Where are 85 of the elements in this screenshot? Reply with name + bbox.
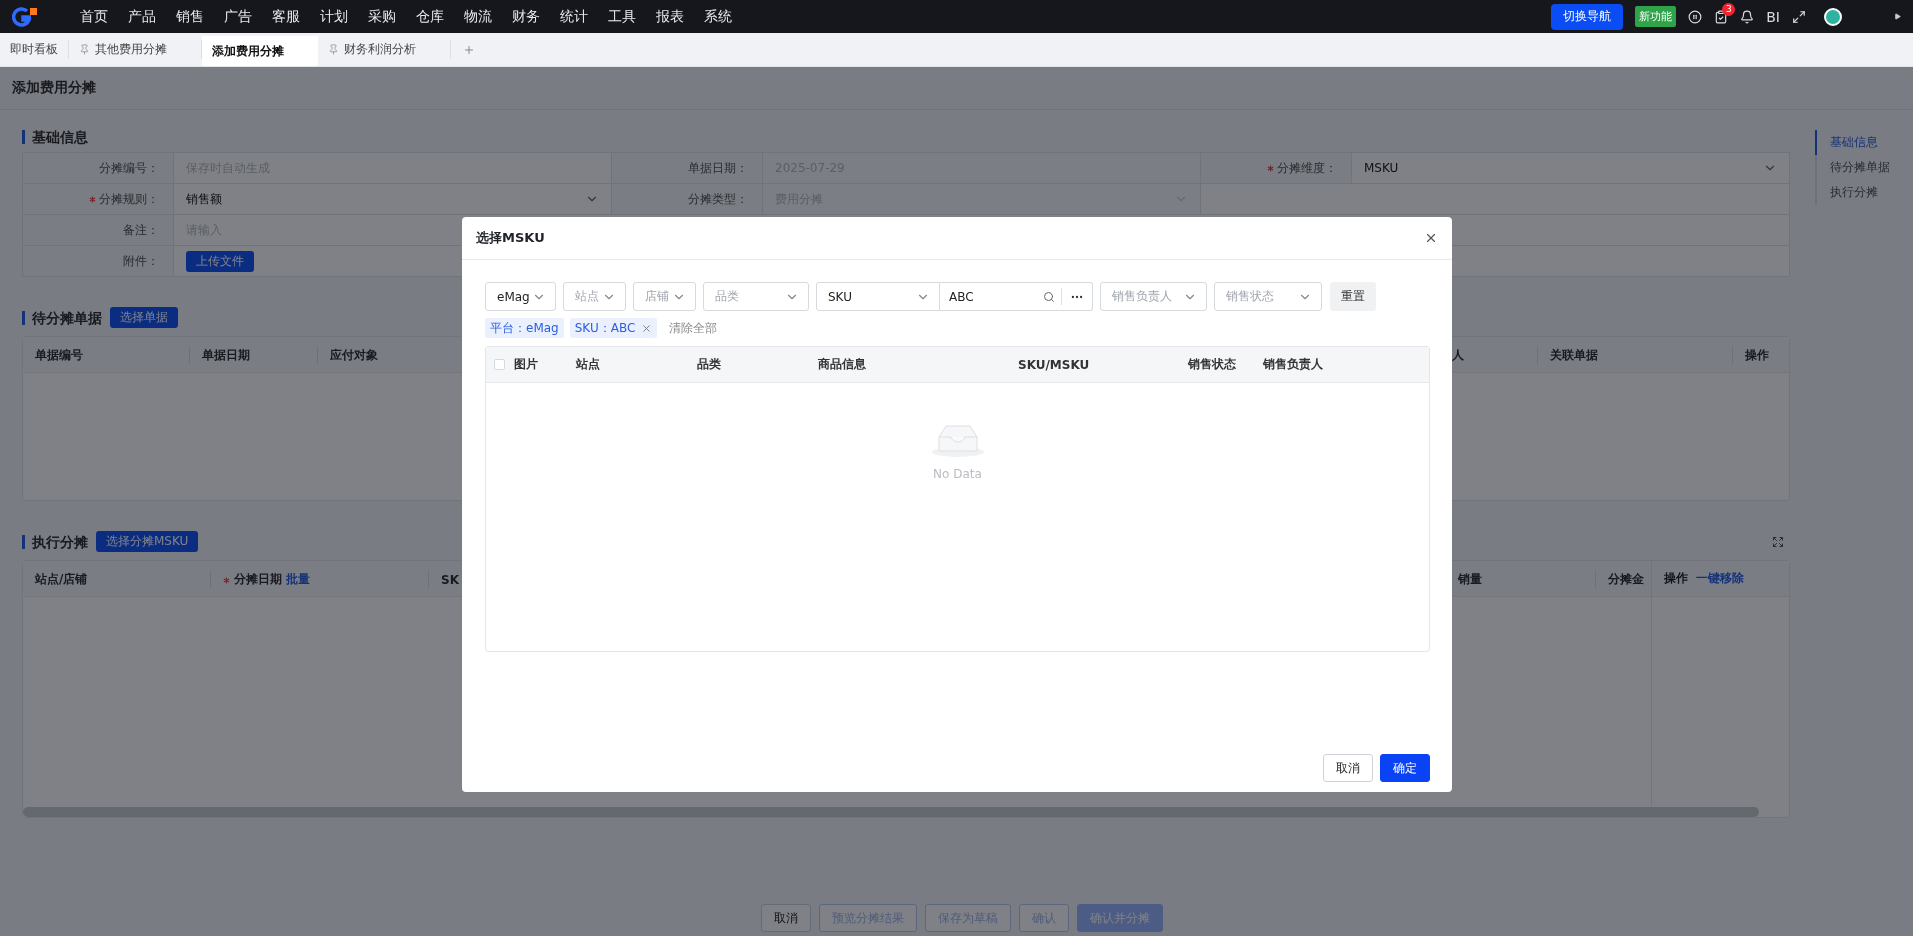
nav-item[interactable]: 产品 xyxy=(128,7,176,26)
bi-link[interactable]: BI xyxy=(1766,8,1780,25)
column-header: 单据日期 xyxy=(202,347,250,364)
column-header: 操作 xyxy=(1664,570,1688,587)
switch-nav-button[interactable]: 切换导航 xyxy=(1551,3,1624,30)
required-icon xyxy=(223,576,230,584)
dialog-title: 选择MSKU xyxy=(476,229,545,247)
select-docs-button[interactable]: 选择单据 xyxy=(110,307,178,328)
bell-icon[interactable] xyxy=(1740,9,1755,24)
select-field[interactable]: SKU xyxy=(816,282,940,311)
section-title: 基础信息 xyxy=(22,130,88,144)
field-label: 分摊编号： xyxy=(99,159,159,177)
pause-circle-icon[interactable] xyxy=(1688,9,1703,24)
cancel-button[interactable]: 取消 xyxy=(1323,754,1373,782)
column-header: SKU/MSKU xyxy=(1018,357,1090,372)
remove-icon[interactable] xyxy=(641,322,653,334)
column-header: 应付对象 xyxy=(330,347,378,364)
empty-text: No Data xyxy=(933,467,982,481)
confirm-button[interactable]: 确定 xyxy=(1380,754,1430,782)
column-header: 单据编号 xyxy=(35,347,83,364)
column-header: 站点 xyxy=(576,356,600,373)
column-header: 分摊金 xyxy=(1608,571,1644,588)
field-label: 备注： xyxy=(123,221,159,239)
page-tab[interactable]: 即时看板 xyxy=(0,40,69,59)
empty-box-icon xyxy=(930,423,985,457)
nav-item[interactable]: 销售 xyxy=(176,7,224,26)
page-tab[interactable]: 财务利润分析 xyxy=(318,40,451,59)
column-header: 关联单据 xyxy=(1550,347,1598,364)
nav-item[interactable]: 系统 xyxy=(704,7,752,26)
section-title: 执行分摊 xyxy=(22,534,88,549)
close-icon[interactable] xyxy=(1424,231,1438,245)
nav-item[interactable]: 广告 xyxy=(224,7,272,26)
nav-item[interactable]: 报表 xyxy=(656,7,704,26)
column-header: 分摊日期 xyxy=(234,571,282,588)
column-header: 销量 xyxy=(1458,571,1482,588)
logo-icon xyxy=(12,6,38,27)
avatar[interactable] xyxy=(1824,7,1842,26)
footer-button[interactable]: 取消 xyxy=(760,904,811,932)
column-header: 操作 xyxy=(1745,347,1769,364)
field-label: 分摊规则： xyxy=(99,190,159,208)
scrollbar[interactable] xyxy=(23,807,1759,817)
reset-button[interactable]: 重置 xyxy=(1330,282,1376,311)
nav-item[interactable]: 客服 xyxy=(272,7,320,26)
caret-icon[interactable] xyxy=(1894,13,1901,20)
section-title: 待分摊单据 xyxy=(22,310,102,325)
nav-item[interactable]: 工具 xyxy=(608,7,656,26)
clear-all-link[interactable]: 清除全部 xyxy=(669,319,718,337)
required-icon xyxy=(89,196,96,203)
expand-icon[interactable] xyxy=(1772,535,1784,548)
nav-item[interactable]: 统计 xyxy=(560,7,608,26)
column-header: 人 xyxy=(1452,347,1464,364)
field-label: 分摊维度： xyxy=(1277,159,1337,177)
nav-item[interactable]: 首页 xyxy=(80,7,128,26)
select-field[interactable]: eMag xyxy=(485,282,556,311)
upload-button[interactable]: 上传文件 xyxy=(186,250,254,272)
field-label: 单据日期： xyxy=(688,159,748,177)
column-header: 站点/店铺 xyxy=(35,571,88,588)
nav-item[interactable]: 采购 xyxy=(368,7,416,26)
column-header: 销售状态 xyxy=(1188,356,1236,373)
notification-count: 3 xyxy=(1722,2,1736,16)
nav-item[interactable]: 计划 xyxy=(320,7,368,26)
fullscreen-icon[interactable] xyxy=(1792,9,1806,24)
anchor-link[interactable]: 待分摊单据 xyxy=(1815,155,1913,180)
filter-tag: SKU：ABC xyxy=(569,318,658,338)
field-label: 分摊类型： xyxy=(688,190,748,208)
nav-item[interactable]: 物流 xyxy=(464,7,512,26)
column-header: 销售负责人 xyxy=(1263,356,1323,373)
page-tab[interactable]: 添加费用分摊 xyxy=(202,36,318,66)
search-field[interactable]: ABC xyxy=(940,282,1093,311)
column-header: 品类 xyxy=(697,356,721,373)
filter-tag: 平台：eMag xyxy=(485,318,564,338)
column-header: 图片 xyxy=(514,356,538,373)
select-field[interactable]: 销售额 xyxy=(174,184,611,214)
page-title: 添加费用分摊 xyxy=(12,79,96,97)
checkbox[interactable] xyxy=(494,359,505,370)
search-icon[interactable] xyxy=(1043,290,1055,303)
column-header: 商品信息 xyxy=(818,356,866,373)
select-msku-button[interactable]: 选择分摊MSKU xyxy=(96,531,199,552)
anchor-link[interactable]: 执行分摊 xyxy=(1815,180,1913,205)
select-field[interactable]: MSKU xyxy=(1352,153,1789,183)
field-label: 附件： xyxy=(123,252,159,270)
nav-item[interactable]: 仓库 xyxy=(416,7,464,26)
required-icon xyxy=(1267,165,1274,172)
nav-item[interactable]: 财务 xyxy=(512,7,560,26)
column-header: SK xyxy=(441,572,459,587)
